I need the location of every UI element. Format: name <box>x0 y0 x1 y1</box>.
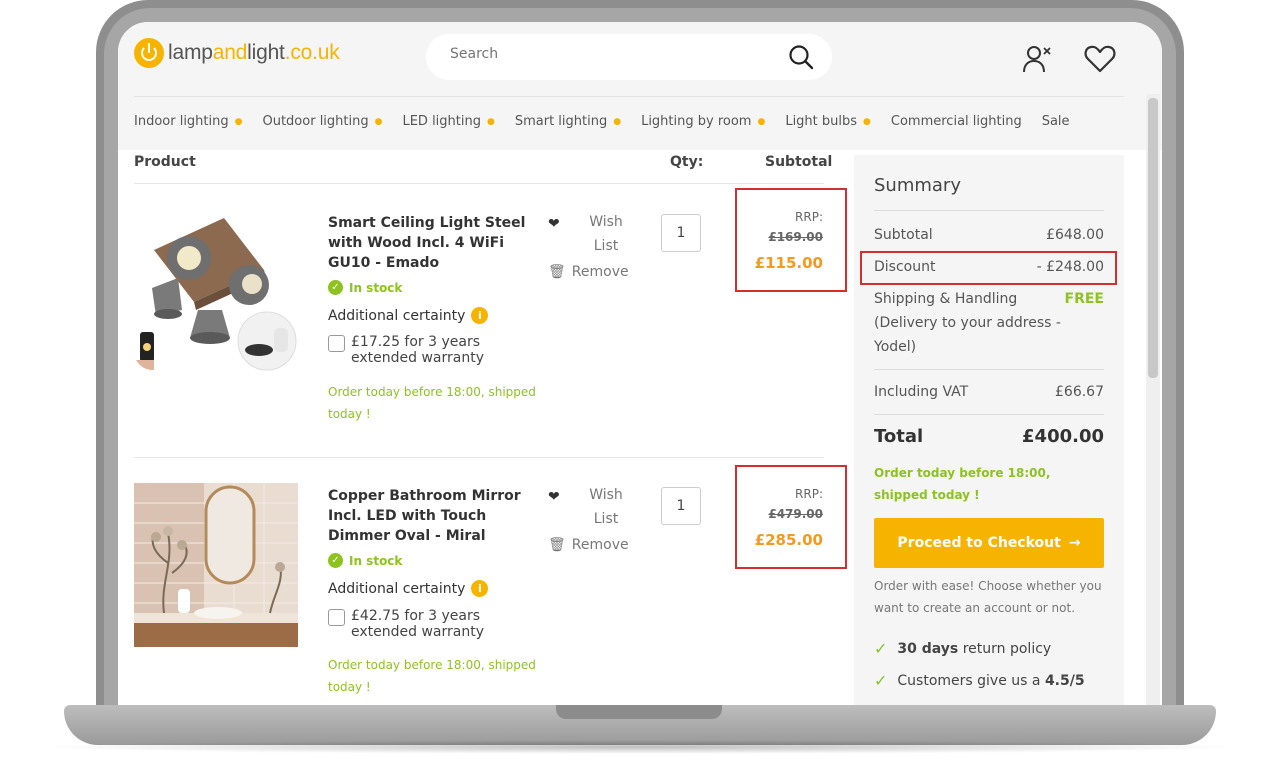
browser-screen: lampandlight.co.uk Indoor lighting● Outd… <box>118 22 1162 712</box>
nav-item-outdoor-lighting[interactable]: Outdoor lighting ● <box>262 114 382 129</box>
sale-price: £285.00 <box>754 531 823 549</box>
rrp-label: RRP: <box>795 210 823 224</box>
rrp-price: £169.00 <box>768 230 823 244</box>
proceed-to-checkout-button[interactable]: Proceed to Checkout → <box>874 518 1104 568</box>
discount-highlight-box <box>860 251 1117 285</box>
nav-item-light-bulbs[interactable]: Light bulbs ● <box>785 114 871 129</box>
product-image-bathroom-mirror[interactable] <box>134 483 298 647</box>
additional-certainty: Additional certainty i <box>328 307 489 324</box>
product-image-ceiling-light[interactable] <box>134 210 298 374</box>
caret-down-icon: ● <box>863 116 871 127</box>
rrp-label: RRP: <box>795 487 823 501</box>
summary-divider <box>874 210 1104 211</box>
warranty-label: £42.75 for 3 years extended warranty <box>351 608 484 640</box>
wishlist-heart-icon[interactable] <box>1084 44 1116 74</box>
summary-divider <box>874 414 1104 415</box>
summary-title: Summary <box>874 175 961 196</box>
nav-item-smart-lighting[interactable]: Smart lighting ● <box>515 114 621 129</box>
product-title[interactable]: Copper Bathroom Mirror Incl. LED with To… <box>328 486 538 546</box>
rrp-price: £479.00 <box>768 507 823 521</box>
search-input[interactable] <box>450 46 750 62</box>
column-header-subtotal: Subtotal <box>765 154 833 170</box>
warranty-label: £17.25 for 3 years extended warranty <box>351 334 484 366</box>
caret-down-icon: ● <box>374 116 383 127</box>
warranty-checkbox[interactable] <box>328 609 345 626</box>
nav-item-lighting-by-room[interactable]: Lighting by room ● <box>641 114 765 129</box>
site-logo[interactable]: lampandlight.co.uk <box>134 38 340 68</box>
stock-status: ✓ In stock <box>328 553 402 568</box>
perk-return-policy: ✓ 30 days return policy <box>874 639 1052 658</box>
check-circle-icon: ✓ <box>328 553 343 568</box>
nav-item-indoor-lighting[interactable]: Indoor lighting ● <box>134 114 242 129</box>
header: lampandlight.co.uk Indoor lighting● Outd… <box>118 22 1162 150</box>
info-icon[interactable]: i <box>471 580 489 597</box>
nav-item-led-lighting[interactable]: LED lighting ● <box>402 114 494 129</box>
shipping-row: Shipping & Handling FREE <box>874 291 1104 307</box>
order-summary: Summary Subtotal £648.00 Discount - £248.0… <box>854 155 1124 712</box>
heart-icon: ❤ <box>548 489 560 505</box>
caret-down-icon: ● <box>486 116 495 127</box>
arrow-right-icon: → <box>1068 535 1081 551</box>
total-row: Total £400.00 <box>874 426 1104 447</box>
nav-item-commercial-lighting[interactable]: Commercial lighting <box>891 114 1022 129</box>
table-divider <box>134 183 824 184</box>
quantity-input[interactable]: 1 <box>661 487 701 525</box>
price-highlight-box: RRP: £479.00 £285.00 <box>735 465 847 569</box>
additional-certainty: Additional certainty i <box>328 580 489 597</box>
summary-shipping-note: Order today before 18:00, shipped today … <box>874 466 1051 502</box>
nav-item-sale[interactable]: Sale <box>1042 114 1070 129</box>
shipping-detail: (Delivery to your address - Yodel) <box>874 315 1061 355</box>
vat-row: Including VAT £66.67 <box>874 384 1104 400</box>
shipping-note: Order today before 18:00, shipped today … <box>328 658 536 694</box>
product-title[interactable]: Smart Ceiling Light Steel with Wood Incl… <box>328 213 538 273</box>
shipping-note: Order today before 18:00, shipped today … <box>328 385 536 421</box>
laptop-notch <box>556 705 722 719</box>
laptop-shadow <box>30 740 1250 754</box>
remove-item-link[interactable]: 🗑︎ Remove <box>548 537 629 553</box>
account-icon[interactable] <box>1022 44 1052 74</box>
check-circle-icon: ✓ <box>328 280 343 295</box>
table-divider <box>134 457 824 458</box>
summary-divider <box>874 369 1104 370</box>
checkmark-icon: ✓ <box>874 671 888 690</box>
trash-icon: 🗑︎ <box>548 537 566 553</box>
account-note: Order with ease! Choose whether you want… <box>874 579 1102 615</box>
sale-price: £115.00 <box>754 254 823 272</box>
caret-down-icon: ● <box>613 116 622 127</box>
scrollbar-thumb[interactable] <box>1148 98 1158 378</box>
column-header-qty: Qty: <box>670 154 704 170</box>
main-nav: Indoor lighting ● Outdoor lighting ● LED l… <box>134 114 1090 129</box>
warranty-checkbox[interactable] <box>328 335 345 352</box>
column-header-product: Product <box>134 154 196 170</box>
logo-text: lampandlight.co.uk <box>168 41 340 64</box>
caret-down-icon: ● <box>757 116 766 127</box>
caret-down-icon: ● <box>234 116 243 127</box>
stock-status: ✓ In stock <box>328 280 402 295</box>
scrollbar[interactable] <box>1146 94 1160 712</box>
search-icon[interactable] <box>788 44 814 70</box>
logo-power-icon <box>134 38 164 68</box>
perk-customer-rating: ✓ Customers give us a 4.5/5 <box>874 671 1085 690</box>
search-bar <box>426 34 832 80</box>
subtotal-row: Subtotal £648.00 <box>874 227 1104 243</box>
checkmark-icon: ✓ <box>874 639 888 658</box>
trash-icon: 🗑︎ <box>548 264 566 280</box>
quantity-input[interactable]: 1 <box>661 214 701 252</box>
price-highlight-box: RRP: £169.00 £115.00 <box>735 188 847 292</box>
info-icon[interactable]: i <box>471 307 489 324</box>
heart-icon: ❤ <box>548 216 560 232</box>
remove-item-link[interactable]: 🗑︎ Remove <box>548 264 629 280</box>
header-divider <box>134 96 1124 97</box>
